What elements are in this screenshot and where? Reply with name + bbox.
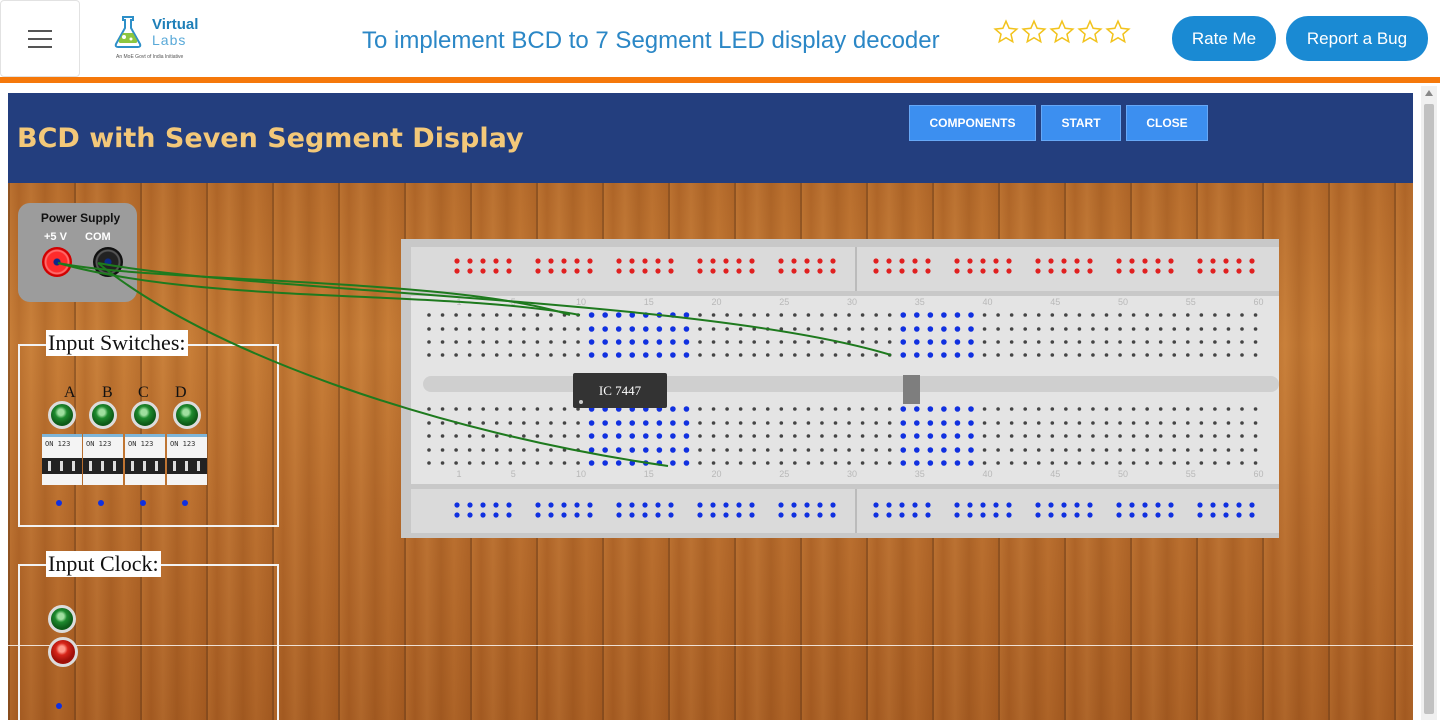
experiment-title: To implement BCD to 7 Segment LED displa…: [362, 27, 940, 54]
logo-wordmark: Virtual: [152, 16, 199, 33]
switch-c-led: [131, 401, 159, 429]
site-header: Virtual Labs An MoE Govt of India Initia…: [0, 0, 1440, 77]
top-power-rail: [411, 247, 1279, 291]
com-terminal[interactable]: [93, 247, 123, 277]
breadboard: [401, 239, 1279, 538]
simulation-title: BCD with Seven Segment Display: [17, 123, 524, 154]
components-button[interactable]: COMPONENTS: [909, 105, 1036, 141]
input-clock-legend: Input Clock:: [46, 551, 161, 577]
hamburger-menu-button[interactable]: [0, 0, 80, 77]
close-button[interactable]: CLOSE: [1126, 105, 1208, 141]
star-outline-icon[interactable]: [1049, 19, 1075, 45]
clock-button[interactable]: [48, 637, 78, 667]
simulation-frame: BCD with Seven Segment Display COMPONENT…: [8, 93, 1413, 720]
switch-a-toggle[interactable]: ON 123: [42, 434, 82, 485]
plus-5v-terminal[interactable]: [42, 247, 72, 277]
logo-wordmark-sub: Labs: [152, 32, 187, 48]
bottom-power-rail: [411, 489, 1279, 533]
seven-segment-display[interactable]: [903, 375, 920, 404]
star-outline-icon[interactable]: [1021, 19, 1047, 45]
switch-c-output-terminal[interactable]: [140, 500, 146, 506]
ic-7447-chip[interactable]: IC 7447: [573, 373, 667, 408]
rate-me-button[interactable]: Rate Me: [1172, 16, 1276, 61]
simulation-header: BCD with Seven Segment Display COMPONENT…: [8, 93, 1413, 183]
top-rail-split: [855, 247, 857, 291]
center-channel: [423, 376, 1279, 392]
flask-logo-icon: [114, 16, 142, 48]
scrollbar-thumb[interactable]: [1424, 104, 1434, 714]
star-rating[interactable]: [993, 19, 1131, 45]
clock-led: [48, 605, 76, 633]
hamburger-icon: [28, 29, 52, 48]
switch-d-led: [173, 401, 201, 429]
clock-output-terminal[interactable]: [56, 703, 62, 709]
switch-c-toggle[interactable]: ON 123: [125, 434, 165, 485]
switch-b-output-terminal[interactable]: [98, 500, 104, 506]
page-scrollbar[interactable]: [1421, 86, 1437, 720]
switch-label-d: D: [175, 384, 187, 401]
switch-label-b: B: [102, 384, 113, 401]
star-outline-icon[interactable]: [1105, 19, 1131, 45]
switch-label-c: C: [138, 384, 149, 401]
com-label: COM: [85, 231, 111, 243]
plus-5v-label: +5 V: [44, 231, 67, 243]
switch-label-a: A: [64, 384, 76, 401]
start-button[interactable]: START: [1041, 105, 1121, 141]
report-bug-button[interactable]: Report a Bug: [1286, 16, 1428, 61]
header-divider: [0, 77, 1440, 83]
switch-d-toggle[interactable]: ON 123: [167, 434, 207, 485]
star-outline-icon[interactable]: [993, 19, 1019, 45]
power-supply: Power Supply +5 V COM: [18, 203, 137, 302]
star-outline-icon[interactable]: [1077, 19, 1103, 45]
virtual-labs-logo[interactable]: Virtual Labs An MoE Govt of India Initia…: [110, 14, 210, 64]
switch-d-output-terminal[interactable]: [182, 500, 188, 506]
logo-tagline: An MoE Govt of India Initiative: [116, 54, 184, 60]
scroll-up-arrow-icon[interactable]: [1425, 90, 1433, 96]
input-switches-legend: Input Switches:: [46, 330, 188, 356]
switch-b-toggle[interactable]: ON 123: [83, 434, 123, 485]
switch-a-led: [48, 401, 76, 429]
bottom-rail-split: [855, 489, 857, 533]
power-supply-title: Power Supply: [40, 211, 121, 225]
switch-a-output-terminal[interactable]: [56, 500, 62, 506]
switch-b-led: [89, 401, 117, 429]
